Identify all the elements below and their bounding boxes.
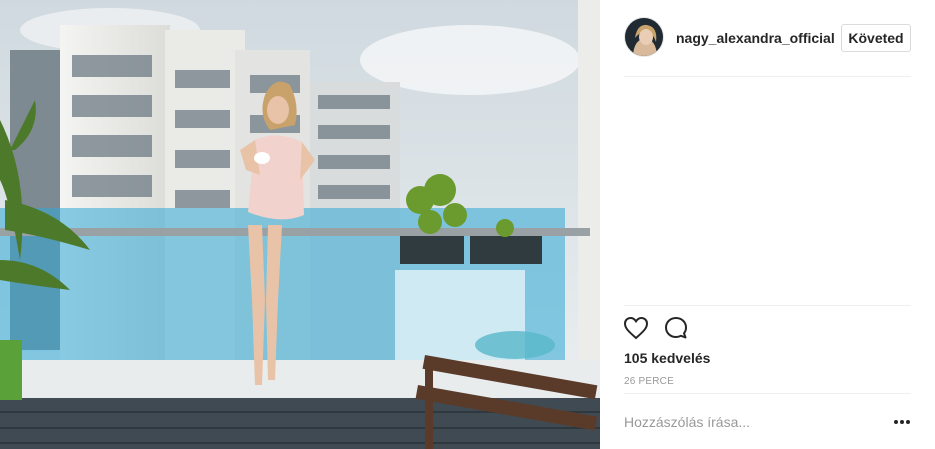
comments-area [624,77,911,305]
heart-icon[interactable] [622,314,650,342]
post-photo[interactable] [0,0,600,449]
add-comment-input[interactable] [624,408,884,436]
likes-count[interactable]: 105 kedvelés [624,350,710,366]
balcony-photo-illustration [0,0,600,449]
avatar[interactable] [624,17,664,57]
username-link[interactable]: nagy_alexandra_official [676,30,835,46]
post-side-panel: nagy_alexandra_official Követed 105 kedv… [600,0,935,449]
more-options-icon[interactable] [890,414,914,430]
actions-divider [624,305,911,306]
avatar-icon [625,18,663,56]
comment-divider [624,393,911,394]
post-timestamp[interactable]: 26 PERCE [624,376,674,387]
post-header: nagy_alexandra_official Követed [600,0,935,76]
instagram-post: nagy_alexandra_official Követed 105 kedv… [0,0,935,449]
following-button[interactable]: Követed [841,24,911,52]
comment-bubble-icon[interactable] [662,314,690,342]
